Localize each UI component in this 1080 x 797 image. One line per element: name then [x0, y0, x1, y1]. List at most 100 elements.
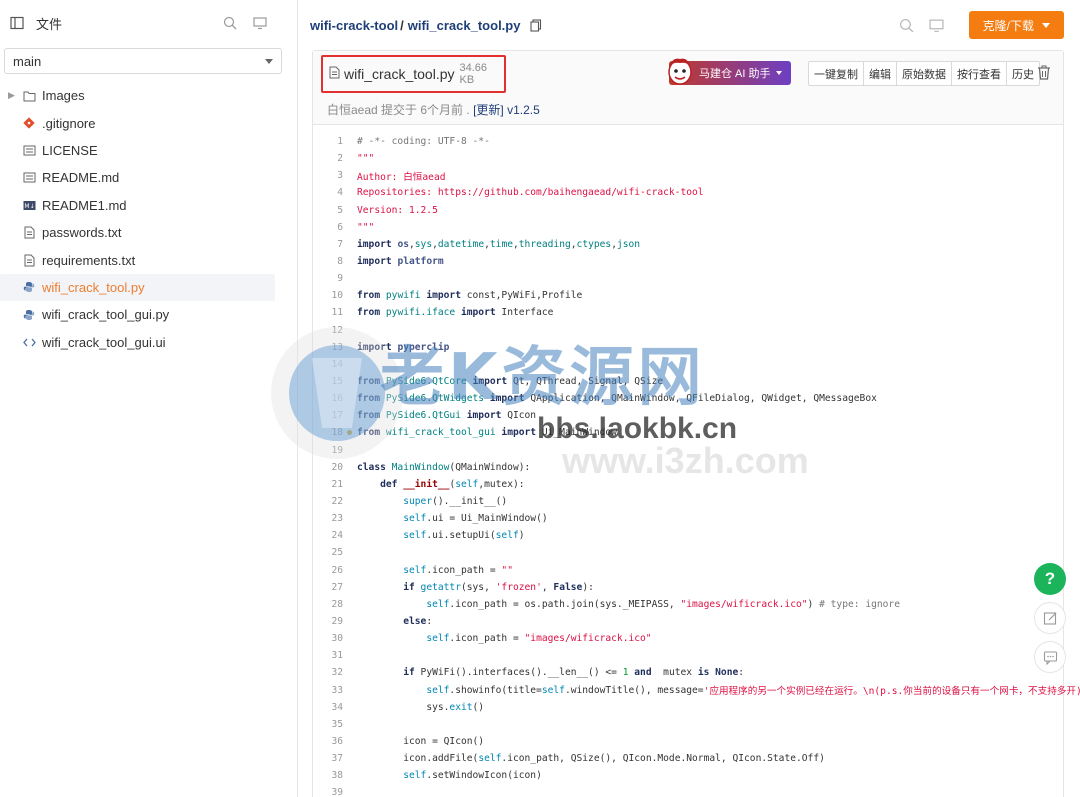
- line-number[interactable]: 9: [313, 273, 343, 284]
- line-number[interactable]: 4: [313, 187, 343, 198]
- line-number[interactable]: 22: [313, 496, 343, 507]
- branch-select[interactable]: main: [4, 48, 282, 74]
- sidebar-item-requirements-txt[interactable]: requirements.txt: [0, 246, 275, 273]
- line-number[interactable]: 13: [313, 342, 343, 353]
- feedback-edit-button[interactable]: [1034, 602, 1066, 634]
- file-action-button[interactable]: 一键复制: [809, 62, 864, 85]
- sidebar-item-readme1-md[interactable]: M↓ README1.md: [0, 192, 275, 219]
- line-number[interactable]: 25: [313, 547, 343, 558]
- line-number[interactable]: 29: [313, 616, 343, 627]
- commit-version-link[interactable]: v1.2.5: [507, 103, 540, 117]
- line-number[interactable]: 37: [313, 753, 343, 764]
- line-number[interactable]: 16: [313, 393, 343, 404]
- line-number[interactable]: 11: [313, 307, 343, 318]
- monitor-icon[interactable]: [253, 16, 267, 30]
- clone-download-button[interactable]: 克隆/下载: [968, 11, 1064, 39]
- code-token: platform: [397, 256, 444, 268]
- line-number[interactable]: 35: [313, 719, 343, 730]
- code-token: "images/wificrack.ico": [680, 598, 808, 610]
- line-number[interactable]: 34: [313, 702, 343, 713]
- file-action-button[interactable]: 历史: [1007, 62, 1039, 85]
- ai-assistant-button[interactable]: 马建仓 AI 助手: [668, 58, 791, 85]
- sidebar-item-license[interactable]: LICENSE: [0, 137, 275, 164]
- commit-author[interactable]: 白恒aead: [327, 103, 378, 117]
- line-number[interactable]: 5: [313, 205, 343, 216]
- sidebar-item-passwords-txt[interactable]: passwords.txt: [0, 219, 275, 246]
- line-number[interactable]: 19: [313, 445, 343, 456]
- code-token: self: [455, 478, 479, 490]
- line-number[interactable]: 15: [313, 376, 343, 387]
- code-token: threading: [518, 238, 571, 250]
- line-number[interactable]: 27: [313, 582, 343, 593]
- file-action-button[interactable]: 原始数据: [897, 62, 952, 85]
- file-tree: ▶ Images .gitignore LICENSE README.md M↓ READM…: [0, 82, 297, 356]
- line-number[interactable]: 39: [313, 787, 343, 797]
- chat-button[interactable]: [1034, 641, 1066, 673]
- line-number[interactable]: 12: [313, 325, 343, 336]
- line-number[interactable]: 33: [313, 685, 343, 696]
- line-number[interactable]: 3: [313, 170, 343, 181]
- commit-message-link[interactable]: [更新]: [473, 103, 504, 117]
- line-number[interactable]: 38: [313, 770, 343, 781]
- line-number[interactable]: 14: [313, 359, 343, 370]
- sidebar-item-wifi-crack-tool-gui-ui[interactable]: wifi_crack_tool_gui.ui: [0, 329, 275, 356]
- line-number[interactable]: 24: [313, 530, 343, 541]
- collapse-sidebar-icon[interactable]: [10, 16, 24, 30]
- line-number[interactable]: 20: [313, 462, 343, 473]
- code-line: 1 # -*- coding: UTF-8 -*-: [313, 133, 1063, 150]
- sidebar-item-readme-md[interactable]: README.md: [0, 164, 275, 191]
- code-token: pyperclip: [397, 341, 450, 353]
- sidebar-item-label: wifi_crack_tool.py: [42, 279, 145, 295]
- breadcrumb-repo-link[interactable]: wifi-crack-tool: [310, 18, 398, 33]
- folder-icon: [22, 89, 36, 103]
- sidebar-item-wifi-crack-tool-gui-py[interactable]: wifi_crack_tool_gui.py: [0, 301, 275, 328]
- monitor-icon[interactable]: [929, 17, 945, 33]
- search-icon[interactable]: [223, 16, 237, 30]
- code-token: if: [403, 581, 421, 593]
- file-icon: [329, 66, 340, 82]
- code-line: 27 if getattr (sys, 'frozen', False):: [313, 579, 1063, 596]
- line-number[interactable]: 21: [313, 479, 343, 490]
- line-number[interactable]: 18: [313, 427, 343, 438]
- line-number[interactable]: 6: [313, 222, 343, 233]
- line-number[interactable]: 30: [313, 633, 343, 644]
- code-token: ): [518, 530, 525, 542]
- sidebar-item-gitignore[interactable]: .gitignore: [0, 109, 275, 136]
- line-number[interactable]: 1: [313, 136, 343, 147]
- line-number[interactable]: 23: [313, 513, 343, 524]
- help-button[interactable]: ?: [1034, 563, 1066, 595]
- search-icon[interactable]: [899, 17, 915, 33]
- sidebar-item-wifi-crack-tool-py[interactable]: wifi_crack_tool.py: [0, 273, 275, 302]
- line-number[interactable]: 7: [313, 239, 343, 250]
- line-number[interactable]: 32: [313, 667, 343, 678]
- code-file-icon: [22, 335, 36, 349]
- sidebar-item-images[interactable]: ▶ Images: [0, 82, 275, 109]
- file-action-button[interactable]: 按行查看: [952, 62, 1007, 85]
- code-token: .ui = Ui_MainWindow(): [426, 513, 548, 525]
- file-icon: [22, 226, 36, 240]
- chevron-down-icon: [1042, 22, 1050, 28]
- code-token: "": [501, 564, 513, 576]
- file-action-button[interactable]: 编辑: [864, 62, 897, 85]
- copy-path-icon[interactable]: [530, 19, 542, 32]
- line-number[interactable]: 26: [313, 565, 343, 576]
- delete-trash-icon[interactable]: [1037, 65, 1051, 80]
- code-line: 25: [313, 544, 1063, 561]
- edit-icon: [1043, 611, 1056, 625]
- line-number[interactable]: 8: [313, 256, 343, 267]
- line-number[interactable]: 10: [313, 290, 343, 301]
- code-token: Version: 1.2.5: [357, 204, 438, 216]
- file-header-bar: wifi-crack-tool / wifi_crack_tool.py 克隆/下载: [310, 0, 1064, 50]
- code-token: time: [489, 238, 513, 250]
- line-number[interactable]: 2: [313, 153, 343, 164]
- file-name: wifi_crack_tool.py: [344, 66, 455, 82]
- code-line: 17 from PySide6.QtGui import QIcon: [313, 407, 1063, 424]
- line-number[interactable]: 28: [313, 599, 343, 610]
- line-number[interactable]: 17: [313, 410, 343, 421]
- line-number[interactable]: 36: [313, 736, 343, 747]
- chevron-right-icon[interactable]: ▶: [8, 90, 18, 101]
- line-number[interactable]: 31: [313, 650, 343, 661]
